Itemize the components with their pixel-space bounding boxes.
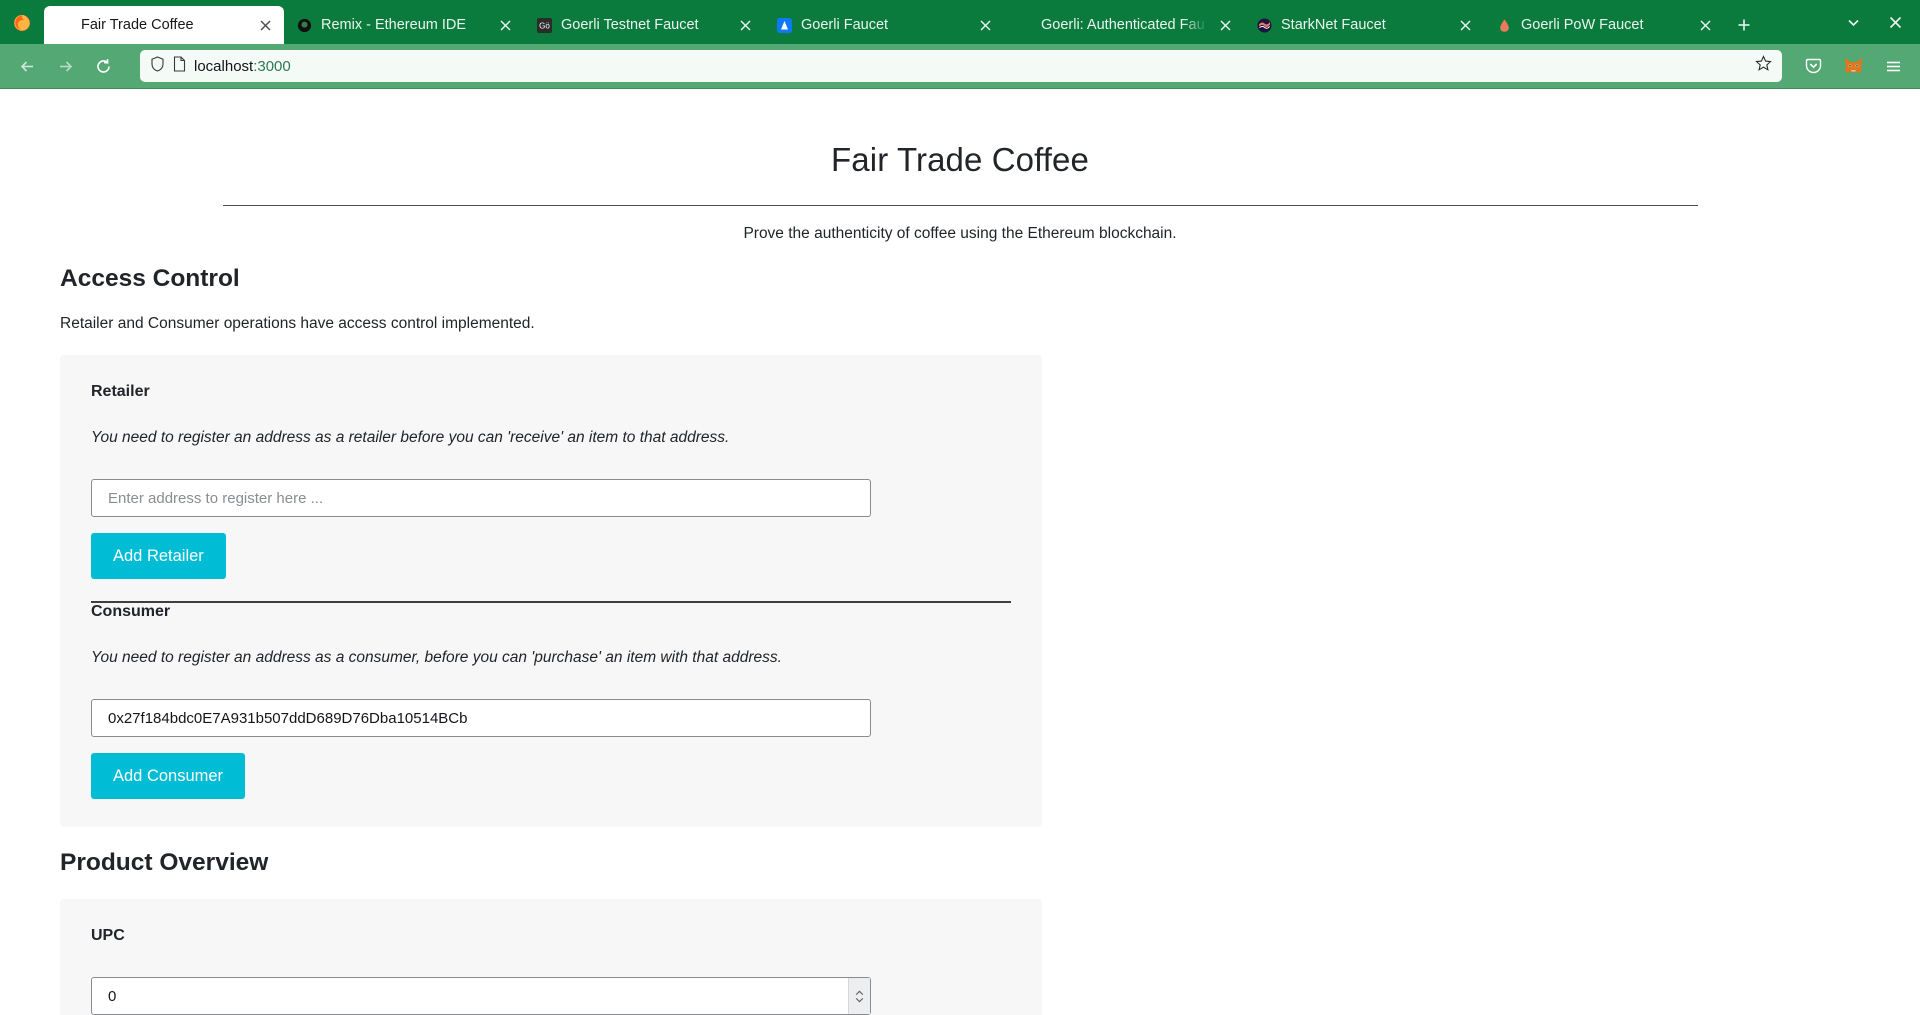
forward-button-icon[interactable] <box>48 49 82 83</box>
tab-title: Goerli Faucet <box>801 17 889 33</box>
upc-label: UPC <box>91 927 125 944</box>
url-text: localhost:3000 <box>194 57 291 75</box>
upc-value: 0 <box>108 987 117 1005</box>
tab-close-icon[interactable] <box>256 16 274 34</box>
tab-close-icon[interactable] <box>1696 16 1714 34</box>
consumer-description: You need to register an address as a con… <box>91 649 782 666</box>
title-divider <box>222 205 1698 206</box>
blank-page-icon <box>56 17 73 34</box>
tab-list: Fair Trade Coffee Remix - Ethereum IDE G… <box>44 0 1836 44</box>
starknet-faucet-icon <box>1256 17 1273 34</box>
product-overview-heading: Product Overview <box>60 849 269 876</box>
retailer-description: You need to register an address as a ret… <box>91 429 730 446</box>
page-subtitle: Prove the authenticity of coffee using t… <box>743 225 1177 242</box>
firefox-logo-icon <box>0 0 44 44</box>
tab-title: Goerli PoW Faucet <box>1521 17 1644 33</box>
svg-text:Gö: Gö <box>539 21 550 30</box>
upc-number-stepper[interactable] <box>848 978 870 1014</box>
remix-ethereum-icon <box>296 17 313 34</box>
retailer-address-input[interactable]: Enter address to register here ... <box>91 479 871 517</box>
access-control-description: Retailer and Consumer operations have ac… <box>60 315 535 332</box>
tab-title: StarkNet Faucet <box>1281 17 1386 33</box>
tab-title: Goerli Testnet Faucet <box>561 17 699 33</box>
bookmark-star-icon[interactable] <box>1755 55 1772 77</box>
tab-title: Goerli: Authenticated Fau <box>1041 17 1205 33</box>
pocket-icon[interactable] <box>1796 49 1830 83</box>
page-viewport: Fair Trade Coffee Prove the authenticity… <box>0 89 1920 1015</box>
address-bar[interactable]: localhost:3000 <box>140 50 1782 82</box>
add-retailer-button[interactable]: Add Retailer <box>91 533 226 579</box>
tab-close-icon[interactable] <box>1216 16 1234 34</box>
tab-starknet-faucet[interactable]: StarkNet Faucet <box>1244 6 1484 44</box>
application-menu-icon[interactable] <box>1876 49 1910 83</box>
blank-page-icon <box>1016 17 1033 34</box>
tab-goerli-testnet-faucet[interactable]: Gö Goerli Testnet Faucet <box>524 6 764 44</box>
tab-title: Fair Trade Coffee <box>81 17 194 33</box>
tab-goerli-faucet[interactable]: Goerli Faucet <box>764 6 1004 44</box>
toolbar-extensions <box>1796 49 1910 83</box>
window-close-icon[interactable] <box>1878 5 1912 39</box>
tab-close-icon[interactable] <box>736 16 754 34</box>
page-title: Fair Trade Coffee <box>831 141 1089 178</box>
browser-window: Fair Trade Coffee Remix - Ethereum IDE G… <box>0 0 1920 1015</box>
tabstrip-controls <box>1836 0 1920 44</box>
product-overview-panel: UPC 0 <box>60 899 1042 1015</box>
tab-fair-trade-coffee[interactable]: Fair Trade Coffee <box>44 6 284 44</box>
consumer-address-input[interactable]: 0x27f184bdc0E7A931b507ddD689D76Dba10514B… <box>91 699 871 737</box>
page-content: Fair Trade Coffee Prove the authenticity… <box>20 89 1900 1015</box>
goerli-testnet-faucet-icon: Gö <box>536 17 553 34</box>
goerli-pow-faucet-icon <box>1496 17 1513 34</box>
tab-title: Remix - Ethereum IDE <box>321 17 467 33</box>
upc-input[interactable]: 0 <box>91 977 871 1015</box>
metamask-extension-icon[interactable] <box>1836 49 1870 83</box>
add-consumer-button[interactable]: Add Consumer <box>91 753 246 799</box>
tab-remix-ethereum-ide[interactable]: Remix - Ethereum IDE <box>284 6 524 44</box>
retailer-label: Retailer <box>91 383 150 400</box>
navigation-toolbar: localhost:3000 <box>0 44 1920 88</box>
tracking-protection-shield-icon[interactable] <box>150 55 165 77</box>
list-all-tabs-chevron-down-icon[interactable] <box>1836 5 1870 39</box>
tab-goerli-authenticated-faucet[interactable]: Goerli: Authenticated Fau <box>1004 6 1244 44</box>
page-info-icon[interactable] <box>173 55 186 77</box>
alchemy-goerli-faucet-icon <box>776 17 793 34</box>
tab-close-icon[interactable] <box>976 16 994 34</box>
tab-goerli-pow-faucet[interactable]: Goerli PoW Faucet <box>1484 6 1724 44</box>
retailer-address-placeholder: Enter address to register here ... <box>108 489 324 507</box>
tab-close-icon[interactable] <box>496 16 514 34</box>
access-control-panel: Retailer You need to register an address… <box>60 355 1042 827</box>
new-tab-button[interactable] <box>1728 9 1760 41</box>
access-control-heading: Access Control <box>60 265 240 292</box>
consumer-label: Consumer <box>91 603 171 620</box>
consumer-address-value: 0x27f184bdc0E7A931b507ddD689D76Dba10514B… <box>108 709 468 727</box>
tab-strip: Fair Trade Coffee Remix - Ethereum IDE G… <box>0 0 1920 44</box>
reload-button-icon[interactable] <box>86 49 120 83</box>
back-button-icon[interactable] <box>10 49 44 83</box>
tab-close-icon[interactable] <box>1456 16 1474 34</box>
